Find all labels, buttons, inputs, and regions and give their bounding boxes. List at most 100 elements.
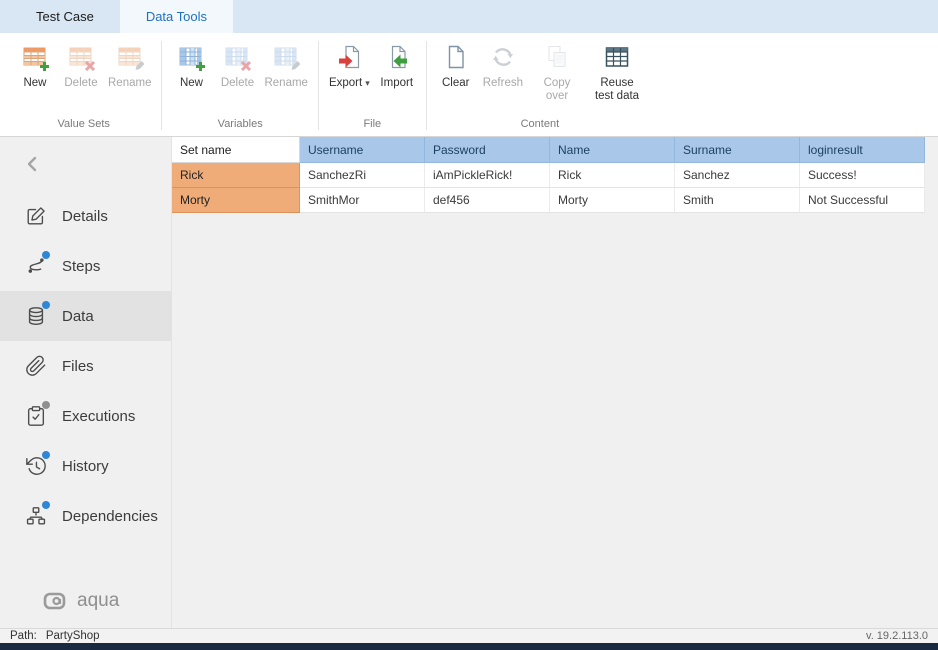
table-cell[interactable]: Not Successful xyxy=(800,188,925,213)
delete-value-set-button[interactable]: Delete xyxy=(58,35,104,90)
table-cell[interactable]: Success! xyxy=(800,163,925,188)
copy-over-icon xyxy=(542,42,572,72)
reuse-test-data-label: Reuse test data xyxy=(591,77,643,103)
new-value-set-label: New xyxy=(23,77,46,90)
table-cell[interactable]: Sanchez xyxy=(675,163,800,188)
hierarchy-icon xyxy=(24,505,47,528)
aqua-logo-icon xyxy=(42,590,68,612)
ribbon: New Delete xyxy=(0,33,938,137)
ribbon-group-file: Export▾ Import File xyxy=(319,33,426,136)
import-label: Import xyxy=(380,77,413,90)
column-header-surname[interactable]: Surname xyxy=(675,137,800,163)
sidebar-item-label: Details xyxy=(62,208,108,225)
steps-icon xyxy=(24,255,47,278)
table-cell[interactable]: Morty xyxy=(550,188,675,213)
version-label: v. 19.2.113.0 xyxy=(866,630,928,642)
export-button[interactable]: Export▾ xyxy=(325,35,374,90)
sidebar-item-label: Files xyxy=(62,358,94,375)
table-cell[interactable]: Rick xyxy=(550,163,675,188)
main-panel: Set name Username Password Name Surname … xyxy=(172,137,938,628)
column-header-name[interactable]: Name xyxy=(550,137,675,163)
table-cell[interactable]: iAmPickleRick! xyxy=(425,163,550,188)
sidebar-item-details[interactable]: Details xyxy=(0,191,171,241)
new-value-set-icon xyxy=(20,42,50,72)
sidebar-item-label: History xyxy=(62,458,109,475)
new-variable-label: New xyxy=(180,77,203,90)
table-cell[interactable]: SanchezRi xyxy=(300,163,425,188)
ribbon-group-variables: New Delete xyxy=(162,33,317,136)
rename-value-set-icon xyxy=(115,42,145,72)
clear-button[interactable]: Clear xyxy=(433,35,479,90)
history-clock-icon xyxy=(24,455,47,478)
ribbon-tab-bar: Test Case Data Tools xyxy=(0,0,938,33)
data-table: Set name Username Password Name Surname … xyxy=(172,137,925,213)
refresh-button[interactable]: Refresh xyxy=(479,35,527,90)
column-header-set-name[interactable]: Set name xyxy=(172,137,300,163)
column-header-username[interactable]: Username xyxy=(300,137,425,163)
new-variable-button[interactable]: New xyxy=(168,35,214,90)
delete-variable-label: Delete xyxy=(221,77,254,90)
collapse-sidebar-button[interactable] xyxy=(0,137,171,191)
refresh-label: Refresh xyxy=(483,77,523,90)
rename-value-set-button[interactable]: Rename xyxy=(104,35,155,90)
export-label: Export▾ xyxy=(329,77,370,90)
rename-variable-button[interactable]: Rename xyxy=(260,35,311,90)
delete-value-set-label: Delete xyxy=(64,77,97,90)
sidebar-item-history[interactable]: History xyxy=(0,441,171,491)
copy-over-button[interactable]: Copy over xyxy=(527,35,587,103)
row-header-rick[interactable]: Rick xyxy=(172,163,300,188)
file-group-label: File xyxy=(325,116,420,136)
table-cell[interactable]: Smith xyxy=(675,188,800,213)
sidebar-item-steps[interactable]: Steps xyxy=(0,241,171,291)
sidebar-item-label: Dependencies xyxy=(62,508,158,525)
sidebar-item-files[interactable]: Files xyxy=(0,341,171,391)
sidebar: Details Steps xyxy=(0,137,172,628)
chevron-left-icon xyxy=(24,155,40,173)
new-value-set-button[interactable]: New xyxy=(12,35,58,90)
paperclip-icon xyxy=(24,355,47,378)
edit-icon xyxy=(24,205,47,228)
sidebar-item-data[interactable]: Data xyxy=(0,291,171,341)
content-group-label: Content xyxy=(433,116,647,136)
data-badge xyxy=(42,301,50,309)
delete-variable-button[interactable]: Delete xyxy=(214,35,260,90)
status-bar: Path: PartyShop v. 19.2.113.0 xyxy=(0,628,938,643)
reuse-test-data-button[interactable]: Reuse test data xyxy=(587,35,647,103)
tab-data-tools[interactable]: Data Tools xyxy=(120,0,233,33)
table-cell[interactable]: SmithMor xyxy=(300,188,425,213)
app-window: Test Case Data Tools xyxy=(0,0,938,650)
sidebar-item-dependencies[interactable]: Dependencies xyxy=(0,491,171,541)
aqua-logo-text: aqua xyxy=(77,590,119,612)
sidebar-item-label: Executions xyxy=(62,408,135,425)
clear-label: Clear xyxy=(442,77,469,90)
rename-variable-icon xyxy=(271,42,301,72)
dependencies-badge xyxy=(42,501,50,509)
sidebar-item-executions[interactable]: Executions xyxy=(0,391,171,441)
clipboard-icon xyxy=(24,405,47,428)
delete-variable-icon xyxy=(222,42,252,72)
import-icon xyxy=(382,42,412,72)
executions-badge xyxy=(42,401,50,409)
tab-test-case[interactable]: Test Case xyxy=(10,0,120,33)
sidebar-item-label: Data xyxy=(62,308,94,325)
path-label: Path: xyxy=(10,630,37,642)
rename-value-set-label: Rename xyxy=(108,77,151,90)
copy-over-label: Copy over xyxy=(531,77,583,103)
path-value: PartyShop xyxy=(46,630,100,642)
table-cell[interactable]: def456 xyxy=(425,188,550,213)
column-header-password[interactable]: Password xyxy=(425,137,550,163)
steps-badge xyxy=(42,251,50,259)
ribbon-group-value-sets: New Delete xyxy=(6,33,161,136)
reuse-test-data-icon xyxy=(602,42,632,72)
chevron-down-icon: ▾ xyxy=(365,78,370,88)
column-header-loginresult[interactable]: loginresult xyxy=(800,137,925,163)
value-sets-group-label: Value Sets xyxy=(12,116,155,136)
content-area: Details Steps xyxy=(0,137,938,628)
row-header-morty[interactable]: Morty xyxy=(172,188,300,213)
rename-variable-label: Rename xyxy=(264,77,307,90)
import-button[interactable]: Import xyxy=(374,35,420,90)
path-info: Path: PartyShop xyxy=(10,630,100,642)
history-badge xyxy=(42,451,50,459)
database-icon xyxy=(24,305,47,328)
bottom-accent-bar xyxy=(0,643,938,650)
